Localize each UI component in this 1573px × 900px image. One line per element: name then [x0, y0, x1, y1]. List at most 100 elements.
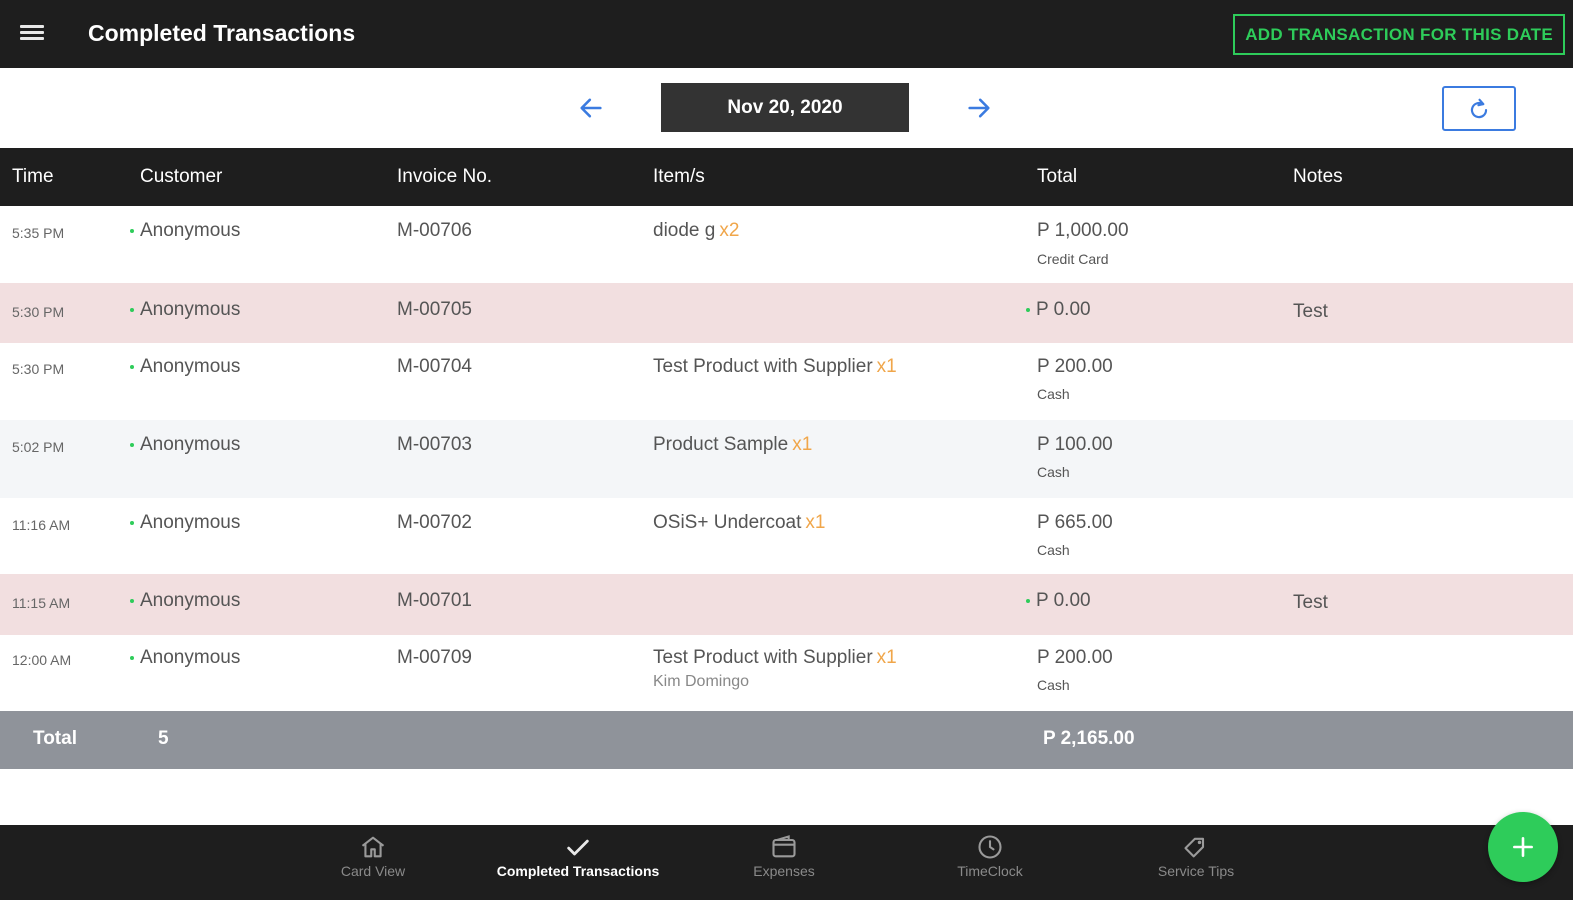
row-customer: Anonymous — [130, 590, 240, 612]
row-total: P 200.00 — [1037, 356, 1113, 377]
status-dot — [130, 228, 134, 233]
status-dot — [130, 364, 134, 369]
top-app-bar: Completed Transactions ADD TRANSACTION F… — [0, 0, 1573, 68]
row-invoice: M-00706 — [397, 220, 472, 241]
table-row[interactable]: 11:16 AM Anonymous M-00702 OSiS+ Underco… — [0, 498, 1573, 574]
next-date-icon[interactable] — [963, 92, 995, 124]
row-time: 5:30 PM — [12, 361, 65, 377]
status-dot — [1026, 307, 1030, 312]
item-quantity: x1 — [805, 512, 826, 533]
row-payment-method: Cash — [1037, 677, 1070, 693]
table-row[interactable]: 12:00 AM Anonymous M-00709 Test Product … — [0, 635, 1573, 711]
date-navigation: Nov 20, 2020 — [0, 68, 1573, 148]
column-header-invoice[interactable]: Invoice No. — [397, 166, 492, 188]
nav-timeclock[interactable]: TimeClock — [900, 833, 1080, 893]
bottom-navigation: Card View Completed Transactions Expense… — [0, 825, 1573, 900]
row-total: P 665.00 — [1037, 512, 1113, 533]
app-root: Completed Transactions ADD TRANSACTION F… — [0, 0, 1573, 900]
table-row[interactable]: 5:35 PM Anonymous M-00706 diode g x2 P 1,… — [0, 206, 1573, 283]
total-count: 5 — [158, 728, 169, 749]
row-notes: Test — [1293, 301, 1328, 322]
row-payment-method: Cash — [1037, 542, 1070, 558]
row-items: OSiS+ Undercoat x1 — [653, 512, 826, 533]
row-time: 11:16 AM — [12, 517, 71, 533]
plus-icon — [1513, 837, 1533, 857]
previous-date-icon[interactable] — [575, 92, 607, 124]
table-row[interactable]: 5:30 PM Anonymous M-00704 Test Product w… — [0, 343, 1573, 420]
nav-service-tips[interactable]: Service Tips — [1106, 833, 1286, 893]
row-staff-name: Kim Domingo — [653, 673, 750, 690]
row-invoice: M-00705 — [397, 299, 472, 320]
row-time: 12:00 AM — [12, 652, 72, 668]
row-invoice: M-00709 — [397, 647, 472, 668]
item-quantity: x1 — [876, 356, 897, 377]
column-header-time[interactable]: Time — [12, 166, 54, 188]
totals-bar: Total 5 P 2,165.00 — [0, 711, 1573, 769]
total-amount: P 2,165.00 — [1043, 728, 1135, 749]
nav-completed-transactions[interactable]: Completed Transactions — [488, 833, 668, 893]
refresh-button[interactable] — [1442, 86, 1516, 131]
column-header-total[interactable]: Total — [1037, 166, 1077, 188]
row-payment-method: Credit Card — [1037, 251, 1109, 267]
column-header-items[interactable]: Item/s — [653, 166, 705, 188]
row-total: P 0.00 — [1026, 299, 1091, 321]
row-payment-method: Cash — [1037, 386, 1070, 402]
home-icon — [361, 836, 385, 858]
check-icon — [567, 839, 589, 856]
table-header: Time Customer Invoice No. Item/s Total N… — [0, 148, 1573, 206]
row-time: 5:02 PM — [12, 439, 65, 455]
column-header-notes[interactable]: Notes — [1293, 166, 1343, 188]
status-dot — [1026, 598, 1030, 603]
menu-icon[interactable] — [20, 22, 48, 46]
add-transaction-button[interactable]: ADD TRANSACTION FOR THIS DATE — [1233, 14, 1565, 55]
row-items: Test Product with Supplier x1 — [653, 647, 897, 668]
nav-label: Completed Transactions — [496, 863, 660, 879]
nav-card-view[interactable]: Card View — [283, 833, 463, 893]
row-invoice: M-00701 — [397, 590, 472, 611]
row-total: P 200.00 — [1037, 647, 1113, 668]
row-customer: Anonymous — [130, 299, 240, 321]
status-dot — [130, 307, 134, 312]
row-customer: Anonymous — [130, 434, 240, 456]
column-header-customer[interactable]: Customer — [140, 166, 222, 188]
total-label: Total — [33, 728, 77, 749]
wallet-icon — [772, 835, 796, 858]
status-dot — [130, 442, 134, 447]
item-quantity: x1 — [876, 647, 897, 668]
row-invoice: M-00702 — [397, 512, 472, 533]
row-total: P 0.00 — [1026, 590, 1091, 612]
item-quantity: x1 — [792, 434, 813, 455]
nav-label: Card View — [340, 863, 406, 879]
add-fab-button[interactable] — [1488, 812, 1558, 882]
clock-icon — [978, 835, 1002, 859]
row-items: diode g x2 — [653, 220, 740, 241]
table-row[interactable]: 11:15 AM Anonymous M-00701 P 0.00 Test — [0, 574, 1573, 635]
status-dot — [130, 520, 134, 525]
row-customer: Anonymous — [130, 220, 240, 242]
row-notes: Test — [1293, 592, 1328, 613]
row-total: P 100.00 — [1037, 434, 1113, 455]
table-row[interactable]: 5:02 PM Anonymous M-00703 Product Sample… — [0, 420, 1573, 498]
row-invoice: M-00704 — [397, 356, 472, 377]
tag-icon — [1184, 837, 1205, 858]
status-dot — [130, 655, 134, 660]
nav-label: TimeClock — [957, 863, 1023, 879]
nav-label: Expenses — [753, 863, 815, 879]
table-row[interactable]: 5:30 PM Anonymous M-00705 P 0.00 Test — [0, 283, 1573, 343]
row-items: Test Product with Supplier x1 — [653, 356, 897, 377]
item-quantity: x2 — [719, 220, 740, 241]
page-title: Completed Transactions — [88, 20, 356, 46]
row-time: 11:15 AM — [12, 595, 71, 611]
row-total: P 1,000.00 — [1037, 220, 1129, 241]
nav-label: Service Tips — [1157, 863, 1235, 879]
refresh-icon — [1470, 98, 1488, 118]
nav-expenses[interactable]: Expenses — [694, 833, 874, 893]
status-dot — [130, 598, 134, 603]
row-payment-method: Cash — [1037, 464, 1070, 480]
date-display[interactable]: Nov 20, 2020 — [661, 83, 909, 132]
row-time: 5:30 PM — [12, 304, 65, 320]
row-time: 5:35 PM — [12, 225, 65, 241]
row-items: Product Sample x1 — [653, 434, 813, 455]
row-invoice: M-00703 — [397, 434, 472, 455]
row-customer: Anonymous — [130, 512, 240, 534]
